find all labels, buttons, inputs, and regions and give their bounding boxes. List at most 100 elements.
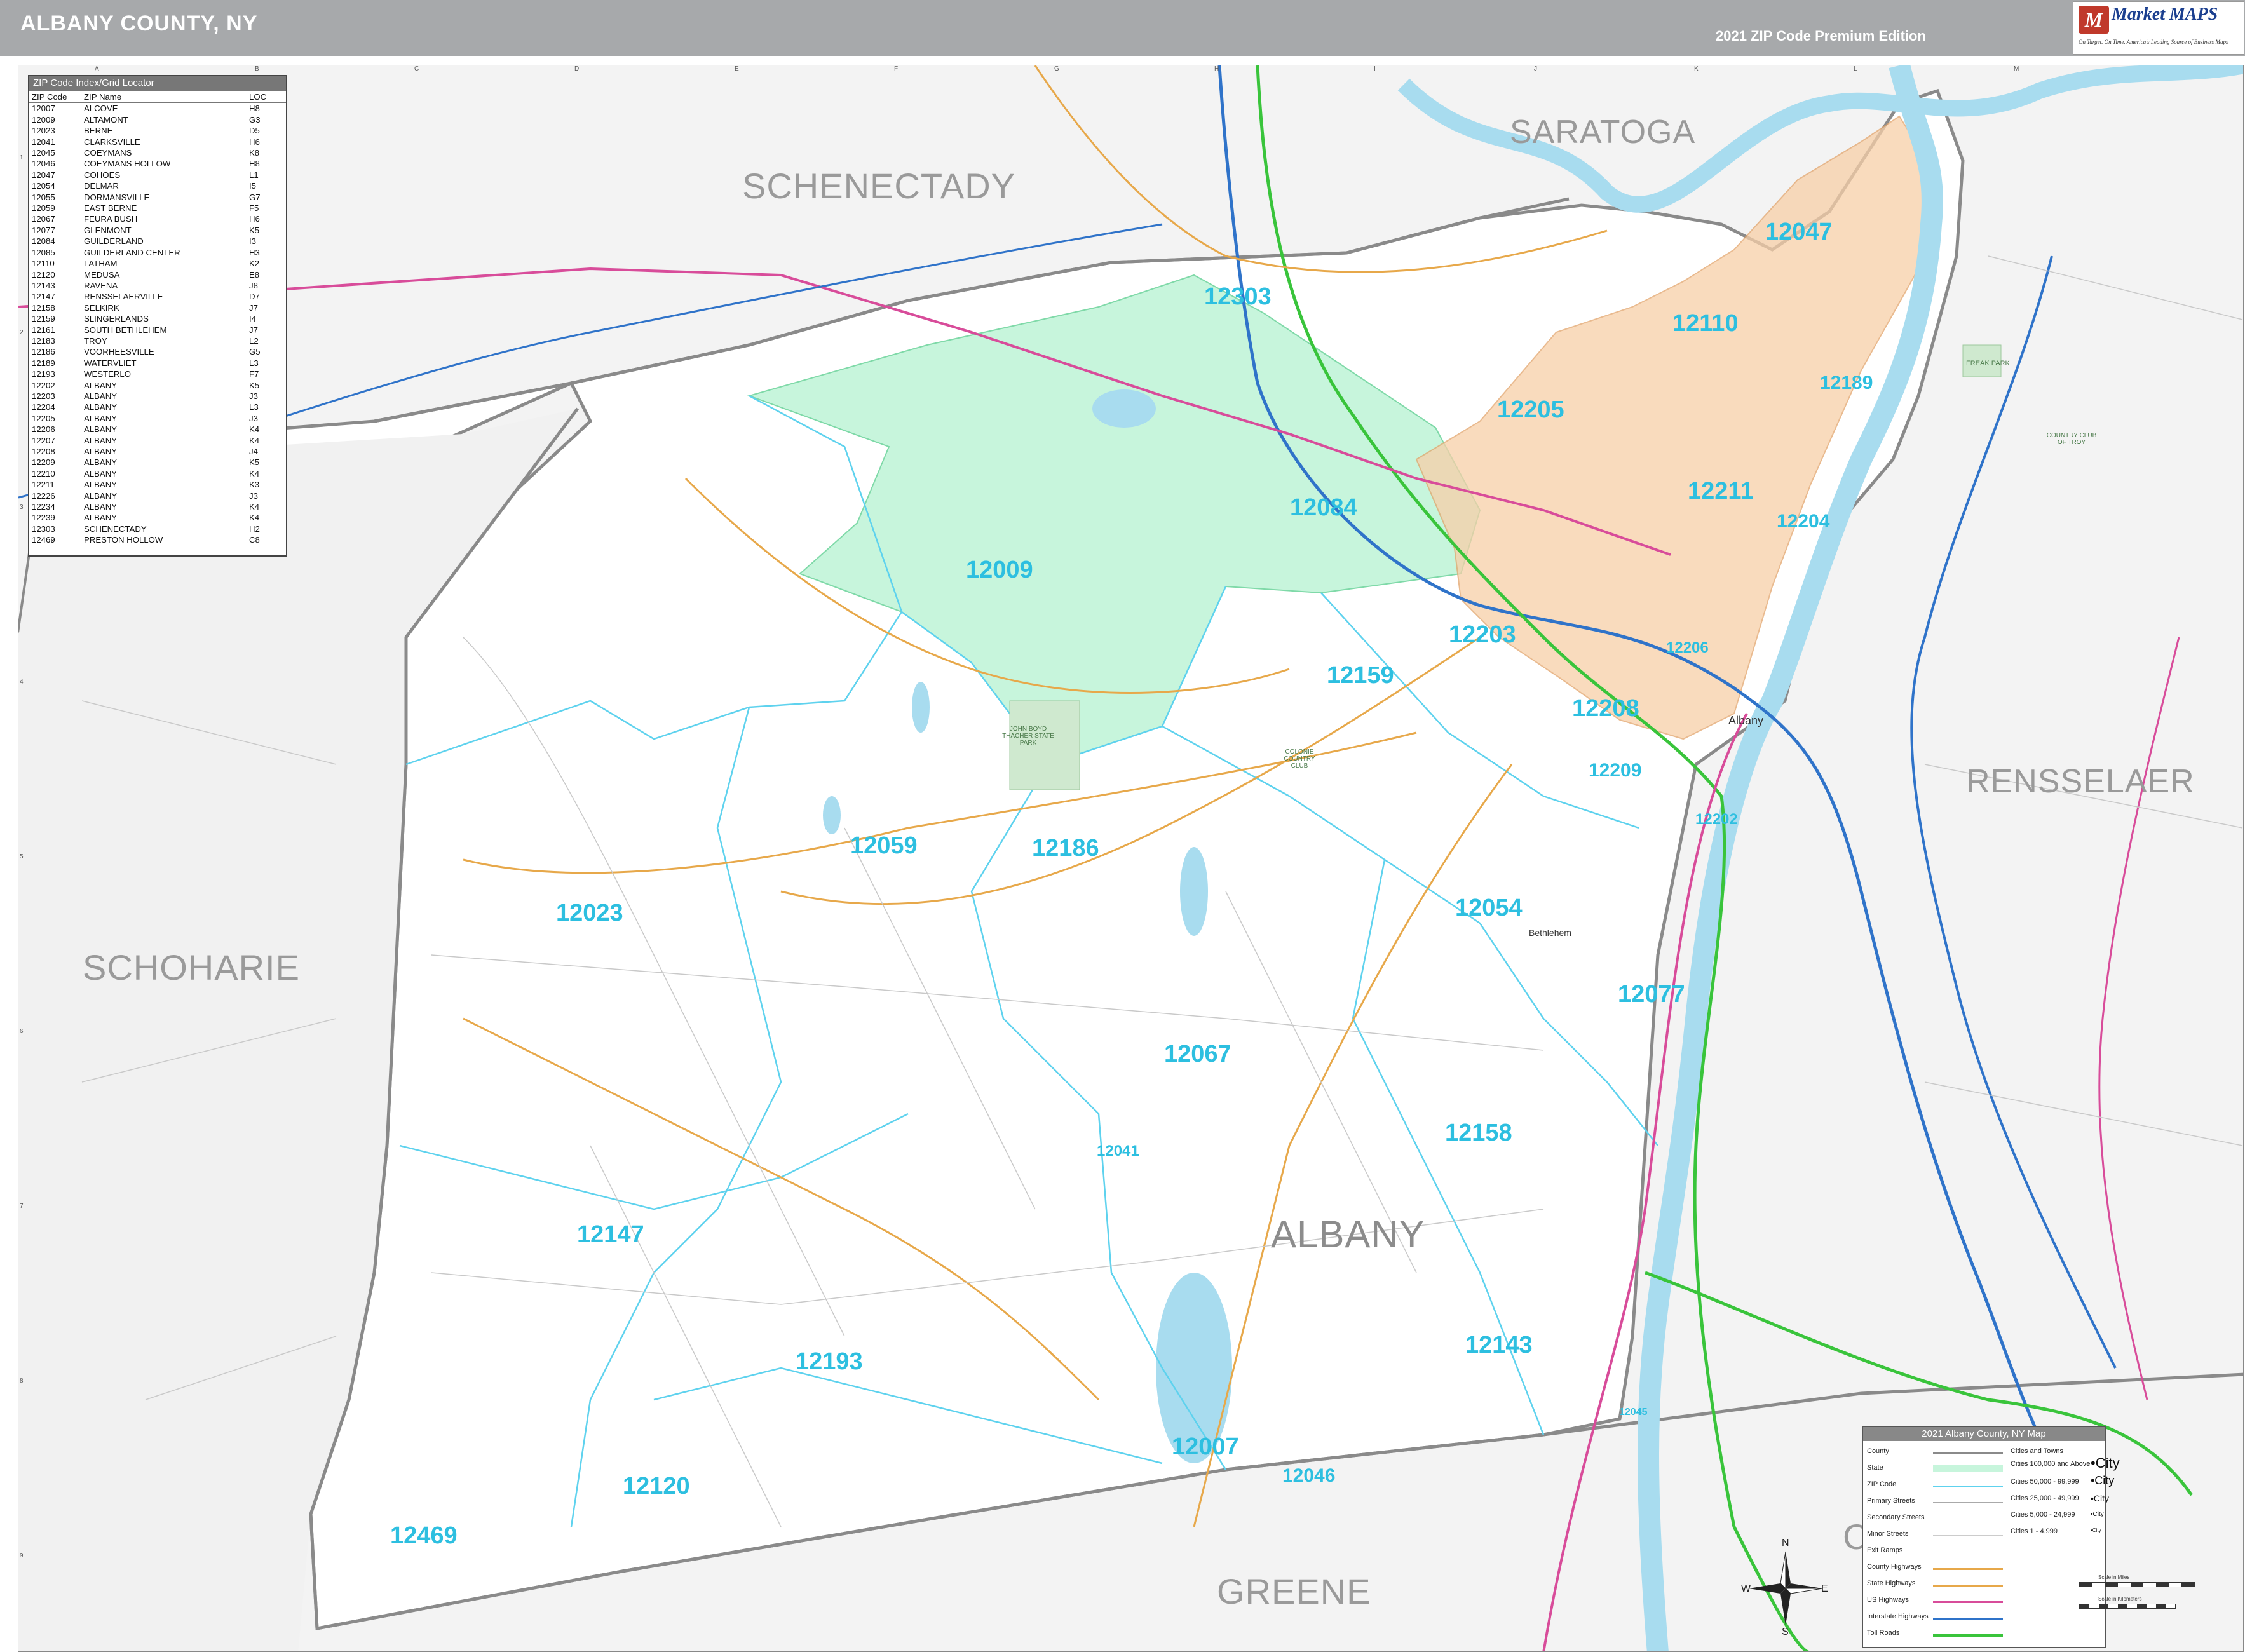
zip-label-12045: 12045: [1619, 1407, 1648, 1418]
zip-code-cell: 12202: [32, 380, 55, 390]
zip-code-cell: 12203: [32, 391, 55, 401]
table-row[interactable]: 12067 FEURA BUSH H6: [29, 213, 286, 224]
zip-label-12143: 12143: [1465, 1332, 1533, 1358]
grid-loc-cell: H3: [249, 247, 260, 257]
zip-code-cell: 12234: [32, 502, 55, 512]
place-thacher-park[interactable]: JOHN BOYD THACHER STATE PARK: [1001, 726, 1055, 747]
table-row[interactable]: 12186 VOORHEESVILLE G5: [29, 346, 286, 357]
zip-code-cell: 12206: [32, 424, 55, 435]
zip-name-cell: SOUTH BETHLEHEM: [84, 325, 167, 335]
legend-sym-state: [1933, 1465, 2003, 1472]
grid-row-6: 6: [20, 1028, 24, 1035]
table-row[interactable]: 12143 RAVENA J8: [29, 280, 286, 291]
table-row[interactable]: 12059 EAST BERNE F5: [29, 203, 286, 213]
zip-name-cell: ALTAMONT: [84, 114, 128, 125]
table-row[interactable]: 12211 ALBANY K3: [29, 479, 286, 490]
table-row[interactable]: 12209 ALBANY K5: [29, 457, 286, 468]
zip-name-cell: ALBANY: [84, 491, 118, 501]
table-row[interactable]: 12183 TROY L2: [29, 335, 286, 346]
table-row[interactable]: 12189 WATERVLIET L3: [29, 358, 286, 369]
place-colonie-club[interactable]: COLONIE COUNTRY CLUB: [1277, 748, 1322, 769]
zip-code-cell: 12239: [32, 513, 55, 523]
grid-row-7: 7: [20, 1203, 24, 1210]
place-freak-park[interactable]: FREAK PARK: [1966, 360, 2010, 367]
table-row[interactable]: 12045 COEYMANS K8: [29, 147, 286, 158]
scale-miles-bar: [2079, 1582, 2195, 1587]
grid-loc-cell: I4: [249, 314, 256, 324]
place-albany[interactable]: Albany: [1728, 714, 1763, 728]
table-row[interactable]: 12023 BERNE D5: [29, 125, 286, 136]
table-row[interactable]: 12120 MEDUSA E8: [29, 269, 286, 280]
table-row[interactable]: 12208 ALBANY J4: [29, 446, 286, 457]
table-row[interactable]: 12207 ALBANY K4: [29, 435, 286, 446]
table-row[interactable]: 12469 PRESTON HOLLOW C8: [29, 534, 286, 545]
county-label-greene: GREENE: [1217, 1571, 1371, 1611]
table-row[interactable]: 12193 WESTERLO F7: [29, 369, 286, 379]
table-row[interactable]: 12202 ALBANY K5: [29, 380, 286, 391]
zip-name-cell: VOORHEESVILLE: [84, 347, 154, 357]
table-row[interactable]: 12161 SOUTH BETHLEHEM J7: [29, 325, 286, 335]
table-row[interactable]: 12204 ALBANY L3: [29, 402, 286, 412]
zip-code-cell: 12208: [32, 447, 55, 456]
table-row[interactable]: 12084 GUILDERLAND I3: [29, 236, 286, 247]
grid-loc-cell: L2: [249, 335, 259, 346]
table-row[interactable]: 12226 ALBANY J3: [29, 491, 286, 501]
zip-name-cell: ALBANY: [84, 402, 118, 412]
table-row[interactable]: 12147 RENSSELAERVILLE D7: [29, 291, 286, 302]
zip-name-cell: LATHAM: [84, 259, 118, 269]
legend-city-sample-5: •City: [2091, 1527, 2101, 1533]
grid-loc-cell: H8: [249, 159, 260, 169]
grid-loc-cell: G5: [249, 347, 261, 357]
table-row[interactable]: 12110 LATHAM K2: [29, 258, 286, 269]
place-bethlehem[interactable]: Bethlehem: [1529, 928, 1571, 938]
zip-label-12204: 12204: [1777, 511, 1830, 532]
table-row[interactable]: 12234 ALBANY K4: [29, 501, 286, 512]
grid-loc-cell: J7: [249, 325, 258, 335]
zip-label-12059: 12059: [850, 832, 918, 859]
county-label-schenectady: SCHENECTADY: [742, 166, 1016, 206]
grid-loc-cell: H6: [249, 214, 260, 224]
title-banner: ALBANY COUNTY, NY 2021 ZIP Code Premium …: [0, 0, 2245, 56]
place-country-club-troy[interactable]: COUNTRY CLUB OF TROY: [2046, 432, 2097, 446]
table-row[interactable]: 12041 CLARKSVILLE H6: [29, 137, 286, 147]
zip-name-cell: ALBANY: [84, 457, 118, 468]
table-row[interactable]: 12205 ALBANY J3: [29, 413, 286, 424]
zip-code-cell: 12204: [32, 402, 55, 412]
zip-label-12110: 12110: [1672, 310, 1739, 337]
table-row[interactable]: 12085 GUILDERLAND CENTER H3: [29, 247, 286, 258]
table-row[interactable]: 12009 ALTAMONT G3: [29, 114, 286, 125]
table-row[interactable]: 12210 ALBANY K4: [29, 468, 286, 479]
zip-code-cell: 12161: [32, 325, 55, 335]
table-row[interactable]: 12046 COEYMANS HOLLOW H8: [29, 158, 286, 169]
grid-loc-cell: K5: [249, 457, 260, 468]
legend-sym-minor: [1933, 1535, 2003, 1536]
map-canvas[interactable]: A B C D E F G H I J K L M 1 2 3 4 5 6 7 …: [18, 65, 2244, 1652]
table-row[interactable]: 12206 ALBANY K4: [29, 424, 286, 435]
zip-name-cell: ALBANY: [84, 391, 118, 401]
table-row[interactable]: 12007 ALCOVE H8: [29, 103, 286, 114]
table-row[interactable]: 12077 GLENMONT K5: [29, 225, 286, 236]
zip-name-cell: ALBANY: [84, 435, 118, 445]
table-row[interactable]: 12054 DELMAR I5: [29, 180, 286, 191]
grid-col-b: B: [255, 65, 259, 72]
grid-col-i: I: [1374, 65, 1376, 72]
zip-code-cell: 12159: [32, 314, 55, 324]
zip-label-12054: 12054: [1455, 895, 1523, 921]
table-row[interactable]: 12047 COHOES L1: [29, 170, 286, 180]
table-row[interactable]: 12303 SCHENECTADY H2: [29, 524, 286, 534]
table-row[interactable]: 12203 ALBANY J3: [29, 391, 286, 402]
publisher-logo[interactable]: M Market MAPS On Target. On Time. Americ…: [2073, 1, 2244, 55]
legend-city-sample-4: •City: [2091, 1511, 2104, 1518]
grid-loc-cell: K4: [249, 502, 260, 512]
table-row[interactable]: 12239 ALBANY K4: [29, 512, 286, 523]
grid-loc-cell: F5: [249, 203, 259, 213]
zip-code-cell: 12143: [32, 280, 55, 290]
zip-name-cell: ALBANY: [84, 380, 118, 390]
table-row[interactable]: 12158 SELKIRK J7: [29, 302, 286, 313]
table-row[interactable]: 12055 DORMANSVILLE G7: [29, 192, 286, 203]
zip-code-cell: 12009: [32, 114, 55, 125]
zip-label-12158: 12158: [1445, 1120, 1512, 1146]
zip-name-cell: SELKIRK: [84, 302, 119, 313]
grid-col-e: E: [735, 65, 739, 72]
table-row[interactable]: 12159 SLINGERLANDS I4: [29, 313, 286, 324]
